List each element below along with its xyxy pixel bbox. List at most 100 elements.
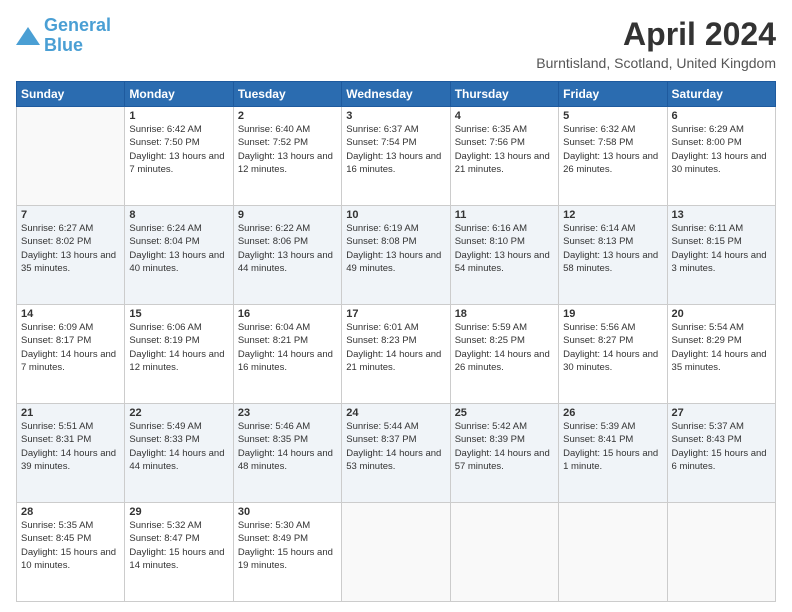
calendar-day-cell: 5Sunrise: 6:32 AMSunset: 7:58 PMDaylight… (559, 107, 667, 206)
day-number: 2 (238, 110, 337, 122)
sunrise-text: Sunrise: 6:42 AM (129, 124, 201, 135)
calendar-day-cell: 11Sunrise: 6:16 AMSunset: 8:10 PMDayligh… (450, 206, 558, 305)
sunrise-text: Sunrise: 5:35 AM (21, 520, 93, 531)
daylight-text: Daylight: 13 hours and 12 minutes. (238, 151, 333, 175)
sunrise-text: Sunrise: 5:49 AM (129, 421, 201, 432)
sunrise-text: Sunrise: 5:51 AM (21, 421, 93, 432)
logo: General Blue (16, 16, 111, 56)
sunrise-text: Sunrise: 5:32 AM (129, 520, 201, 531)
calendar-day-cell: 7Sunrise: 6:27 AMSunset: 8:02 PMDaylight… (17, 206, 125, 305)
sunset-text: Sunset: 8:47 PM (129, 533, 199, 544)
day-number: 30 (238, 506, 337, 518)
day-info: Sunrise: 5:37 AMSunset: 8:43 PMDaylight:… (672, 420, 771, 473)
header-monday: Monday (125, 82, 233, 107)
daylight-text: Daylight: 14 hours and 44 minutes. (129, 448, 224, 472)
day-info: Sunrise: 6:14 AMSunset: 8:13 PMDaylight:… (563, 222, 662, 275)
daylight-text: Daylight: 14 hours and 16 minutes. (238, 349, 333, 373)
day-info: Sunrise: 6:22 AMSunset: 8:06 PMDaylight:… (238, 222, 337, 275)
sunrise-text: Sunrise: 5:42 AM (455, 421, 527, 432)
calendar-day-cell: 1Sunrise: 6:42 AMSunset: 7:50 PMDaylight… (125, 107, 233, 206)
logo-general: General (44, 15, 111, 35)
day-number: 24 (346, 407, 445, 419)
calendar-day-cell: 4Sunrise: 6:35 AMSunset: 7:56 PMDaylight… (450, 107, 558, 206)
day-number: 19 (563, 308, 662, 320)
sunset-text: Sunset: 8:15 PM (672, 236, 742, 247)
calendar-day-cell: 16Sunrise: 6:04 AMSunset: 8:21 PMDayligh… (233, 305, 341, 404)
calendar-day-cell: 6Sunrise: 6:29 AMSunset: 8:00 PMDaylight… (667, 107, 775, 206)
sunset-text: Sunset: 8:00 PM (672, 137, 742, 148)
day-number: 20 (672, 308, 771, 320)
sunset-text: Sunset: 8:17 PM (21, 335, 91, 346)
logo-text: General (44, 16, 111, 36)
sunset-text: Sunset: 8:25 PM (455, 335, 525, 346)
daylight-text: Daylight: 14 hours and 26 minutes. (455, 349, 550, 373)
main-title: April 2024 (536, 16, 776, 53)
sunrise-text: Sunrise: 5:54 AM (672, 322, 744, 333)
day-info: Sunrise: 6:19 AMSunset: 8:08 PMDaylight:… (346, 222, 445, 275)
day-info: Sunrise: 5:32 AM Sunset: 8:47 PM Daylight:… (129, 519, 228, 572)
logo-icon (16, 27, 40, 45)
day-info: Sunrise: 5:44 AMSunset: 8:37 PMDaylight:… (346, 420, 445, 473)
daylight-text: Daylight: 15 hours and 14 minutes. (129, 547, 224, 571)
calendar-week-row: 21Sunrise: 5:51 AMSunset: 8:31 PMDayligh… (17, 404, 776, 503)
sunset-text: Sunset: 8:19 PM (129, 335, 199, 346)
sunset-text: Sunset: 8:29 PM (672, 335, 742, 346)
day-number: 29 (129, 506, 228, 518)
day-info: Sunrise: 5:42 AMSunset: 8:39 PMDaylight:… (455, 420, 554, 473)
day-number: 16 (238, 308, 337, 320)
calendar-day-cell: 17Sunrise: 6:01 AMSunset: 8:23 PMDayligh… (342, 305, 450, 404)
sunset-text: Sunset: 8:02 PM (21, 236, 91, 247)
day-info: Sunrise: 6:35 AMSunset: 7:56 PMDaylight:… (455, 123, 554, 176)
calendar-day-cell: 30Sunrise: 5:30 AMSunset: 8:49 PMDayligh… (233, 503, 341, 602)
day-info: Sunrise: 6:37 AMSunset: 7:54 PMDaylight:… (346, 123, 445, 176)
day-info: Sunrise: 5:51 AMSunset: 8:31 PMDaylight:… (21, 420, 120, 473)
day-number: 12 (563, 209, 662, 221)
title-block: April 2024 Burntisland, Scotland, United… (536, 16, 776, 71)
calendar-day-cell: 23Sunrise: 5:46 AMSunset: 8:35 PMDayligh… (233, 404, 341, 503)
day-info: Sunrise: 6:11 AMSunset: 8:15 PMDaylight:… (672, 222, 771, 275)
calendar-day-cell: 14Sunrise: 6:09 AMSunset: 8:17 PMDayligh… (17, 305, 125, 404)
sunset-text: Sunset: 8:33 PM (129, 434, 199, 445)
calendar-day-cell: 25Sunrise: 5:42 AMSunset: 8:39 PMDayligh… (450, 404, 558, 503)
sunrise-text: Sunrise: 6:09 AM (21, 322, 93, 333)
header: General Blue April 2024 Burntisland, Sco… (16, 16, 776, 71)
day-info: Sunrise: 5:39 AMSunset: 8:41 PMDaylight:… (563, 420, 662, 473)
calendar-table: Sunday Monday Tuesday Wednesday Thursday… (16, 81, 776, 602)
daylight-text: Daylight: 14 hours and 57 minutes. (455, 448, 550, 472)
sunset-text: Sunset: 8:23 PM (346, 335, 416, 346)
sunset-text: Sunset: 8:21 PM (238, 335, 308, 346)
calendar-day-cell: 20Sunrise: 5:54 AMSunset: 8:29 PMDayligh… (667, 305, 775, 404)
sunrise-text: Sunrise: 6:40 AM (238, 124, 310, 135)
calendar-day-cell: 9Sunrise: 6:22 AMSunset: 8:06 PMDaylight… (233, 206, 341, 305)
day-info: Sunrise: 6:16 AMSunset: 8:10 PMDaylight:… (455, 222, 554, 275)
sunset-text: Sunset: 8:13 PM (563, 236, 633, 247)
calendar-week-row: 7Sunrise: 6:27 AMSunset: 8:02 PMDaylight… (17, 206, 776, 305)
sunrise-text: Sunrise: 5:56 AM (563, 322, 635, 333)
calendar-day-cell: 21Sunrise: 5:51 AMSunset: 8:31 PMDayligh… (17, 404, 125, 503)
sunset-text: Sunset: 8:08 PM (346, 236, 416, 247)
sunrise-text: Sunrise: 6:16 AM (455, 223, 527, 234)
sunset-text: Sunset: 8:06 PM (238, 236, 308, 247)
sunrise-text: Sunrise: 5:59 AM (455, 322, 527, 333)
day-number: 15 (129, 308, 228, 320)
sunset-text: Sunset: 7:56 PM (455, 137, 525, 148)
sunrise-text: Sunrise: 6:22 AM (238, 223, 310, 234)
sunset-text: Sunset: 8:27 PM (563, 335, 633, 346)
day-number: 5 (563, 110, 662, 122)
sunrise-text: Sunrise: 5:37 AM (672, 421, 744, 432)
daylight-text: Daylight: 14 hours and 48 minutes. (238, 448, 333, 472)
day-number: 25 (455, 407, 554, 419)
day-number: 17 (346, 308, 445, 320)
day-info: Sunrise: 5:56 AMSunset: 8:27 PMDaylight:… (563, 321, 662, 374)
sunset-text: Sunset: 8:43 PM (672, 434, 742, 445)
day-info: Sunrise: 6:06 AMSunset: 8:19 PMDaylight:… (129, 321, 228, 374)
sunrise-text: Sunrise: 6:06 AM (129, 322, 201, 333)
daylight-text: Daylight: 14 hours and 3 minutes. (672, 250, 767, 274)
day-info: Sunrise: 6:32 AMSunset: 7:58 PMDaylight:… (563, 123, 662, 176)
day-number: 14 (21, 308, 120, 320)
calendar-day-cell (667, 503, 775, 602)
sunset-text: Sunset: 8:10 PM (455, 236, 525, 247)
sunset-text: Sunset: 7:52 PM (238, 137, 308, 148)
day-info: Sunrise: 5:35 AMSunset: 8:45 PMDaylight:… (21, 519, 120, 572)
header-tuesday: Tuesday (233, 82, 341, 107)
